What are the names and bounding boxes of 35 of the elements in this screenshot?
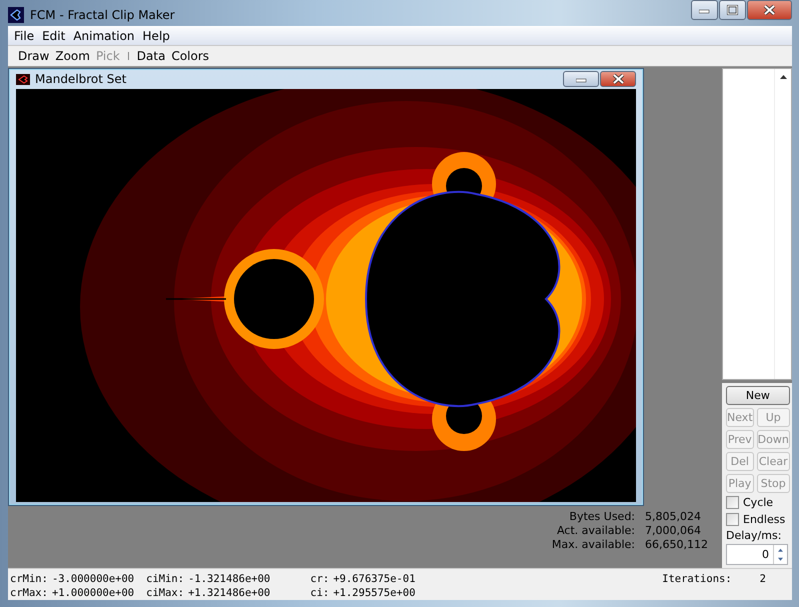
status-label: Iterations: (662, 572, 732, 586)
memory-value: 5,805,024 (645, 510, 702, 524)
checkbox-label: Endless (743, 513, 786, 526)
menu-item[interactable]: Edit (38, 29, 70, 44)
toolbar-button[interactable]: Draw (18, 48, 50, 63)
memory-value: 7,000,064 (645, 524, 702, 538)
status-value: -3.000000e+00 (52, 572, 134, 586)
toolbar-button[interactable]: Data (136, 48, 166, 63)
status-label: crMax: (10, 586, 48, 600)
toolbar-button[interactable]: Colors (171, 48, 210, 63)
toolbar-button[interactable]: Zoom (55, 48, 90, 63)
status-label: ci: (310, 586, 330, 600)
status-label: cr: (310, 572, 330, 586)
checkbox-label: Cycle (743, 496, 774, 509)
status-value: -1.321486e+00 (188, 572, 270, 586)
memory-label: Bytes Used: (568, 510, 636, 524)
menu-item[interactable]: Animation (69, 29, 139, 44)
status-label: ciMin: (146, 572, 184, 586)
memory-label: Act. available: (556, 524, 636, 538)
status-value: +1.000000e+00 (52, 586, 134, 600)
delay-spinbox[interactable]: 0 (726, 544, 788, 565)
status-value: +9.676375e-01 (333, 572, 416, 586)
status-value: +1.295575e+00 (333, 586, 416, 600)
status-value: 2 (760, 572, 766, 586)
menu-item[interactable]: Help (138, 29, 174, 44)
window-title: FCM - Fractal Clip Maker (30, 8, 175, 22)
memory-value: 66,650,112 (645, 538, 708, 552)
memory-label: Max. available: (552, 538, 636, 552)
status-value: +1.321486e+00 (188, 586, 270, 600)
child-window-title: Mandelbrot Set (35, 72, 126, 86)
delay-label: Delay/ms: (726, 529, 782, 542)
control-button[interactable]: New (726, 386, 790, 405)
status-label: crMin: (10, 572, 48, 586)
menu-item[interactable]: File (10, 29, 38, 44)
status-label: ciMax: (146, 586, 184, 600)
